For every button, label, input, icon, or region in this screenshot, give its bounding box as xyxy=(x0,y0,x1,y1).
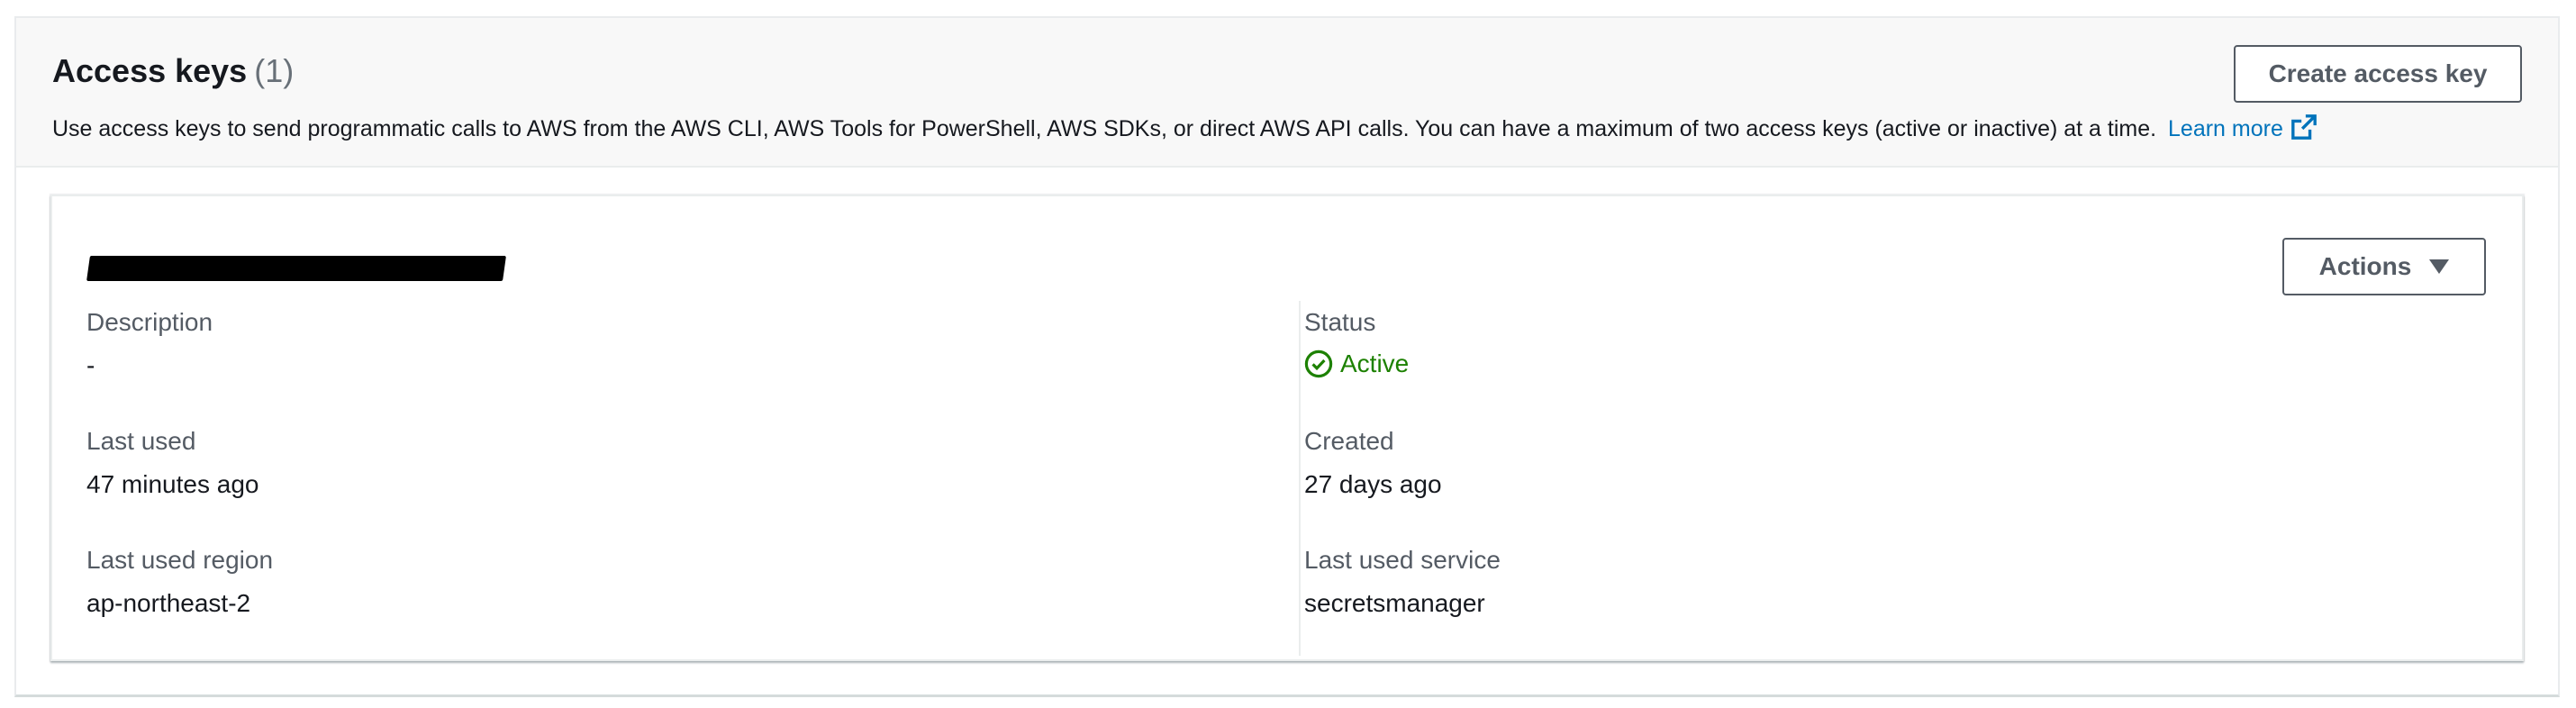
status-label: Status xyxy=(1304,308,1376,336)
learn-more-label: Learn more xyxy=(2168,116,2283,141)
created-value: 27 days ago xyxy=(1304,470,1442,498)
key-count: (1) xyxy=(254,52,295,89)
description-value: - xyxy=(86,351,95,379)
description-label: Description xyxy=(86,308,213,336)
last-used-value: 47 minutes ago xyxy=(86,470,259,498)
caret-down-icon xyxy=(2429,259,2450,274)
header-description: Use access keys to send programmatic cal… xyxy=(52,113,2317,142)
actions-button[interactable]: Actions xyxy=(2282,238,2486,295)
create-access-key-button[interactable]: Create access key xyxy=(2234,45,2522,103)
last-used-region-value: ap-northeast-2 xyxy=(86,589,251,617)
redacted-access-key-id xyxy=(86,256,506,281)
page-title: Access keys (1) xyxy=(52,52,294,90)
last-used-service-label: Last used service xyxy=(1304,546,1501,574)
actions-label: Actions xyxy=(2318,252,2412,280)
panel-header: Access keys (1) Use access keys to send p… xyxy=(16,18,2558,168)
access-keys-panel: Access keys (1) Use access keys to send p… xyxy=(14,16,2560,697)
external-link-icon xyxy=(2291,114,2317,140)
last-used-label: Last used xyxy=(86,427,196,455)
created-label: Created xyxy=(1304,427,1394,455)
column-divider xyxy=(1299,301,1301,656)
last-used-region-label: Last used region xyxy=(86,546,274,574)
status-text: Active xyxy=(1340,349,1410,377)
title-text: Access keys xyxy=(52,52,248,89)
last-used-service-value: secretsmanager xyxy=(1304,589,1485,617)
status-badge: Active xyxy=(1304,349,1409,378)
description-text: Use access keys to send programmatic cal… xyxy=(52,116,2157,141)
learn-more-link[interactable]: Learn more xyxy=(2168,114,2317,141)
check-circle-icon xyxy=(1304,349,1333,378)
